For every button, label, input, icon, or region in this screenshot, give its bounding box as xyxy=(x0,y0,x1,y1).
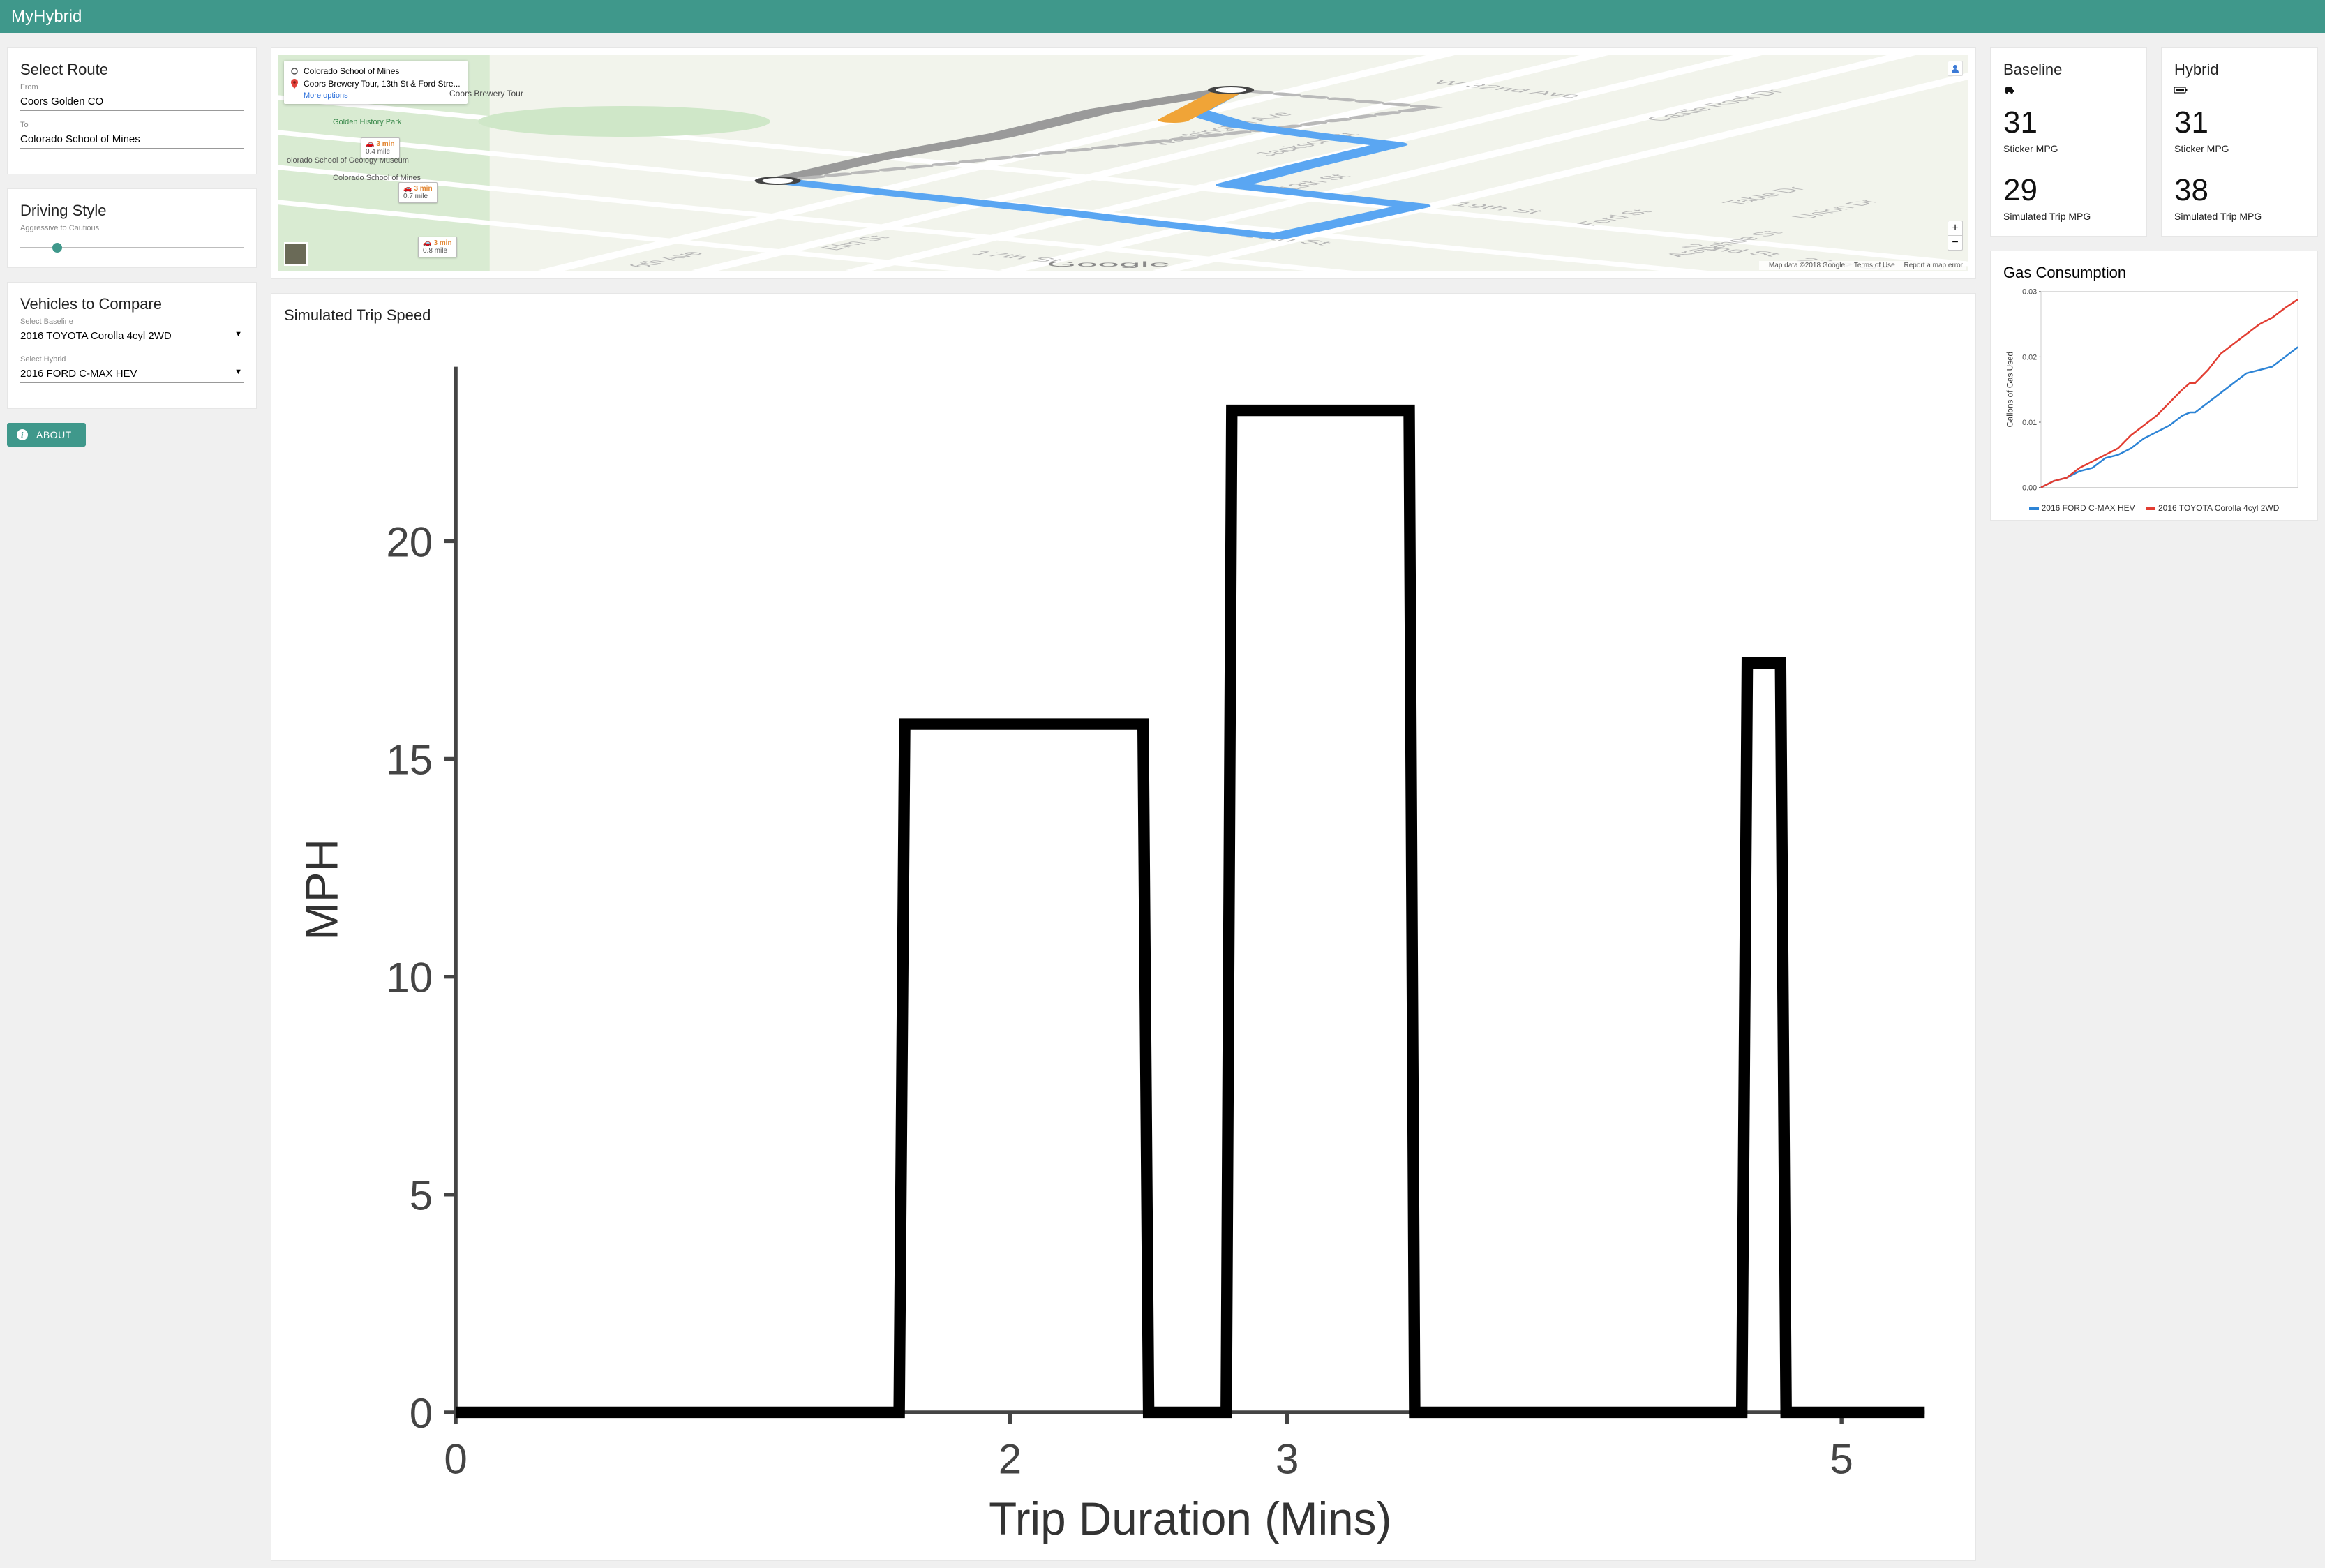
about-label: ABOUT xyxy=(36,429,72,440)
info-icon: i xyxy=(17,429,28,440)
hybrid-select[interactable]: 2016 FORD C-MAX HEV xyxy=(20,364,244,383)
baseline-select-label: Select Baseline xyxy=(20,318,244,326)
map-zoom-in-button[interactable]: + xyxy=(1948,221,1962,236)
baseline-sticker-label: Sticker MPG xyxy=(2003,143,2134,163)
map-origin-text: Colorado School of Mines xyxy=(304,66,399,76)
map-dest-label: Coors Brewery Tour xyxy=(449,89,523,98)
hybrid-stat-card: Hybrid 31 Sticker MPG 38 Simulated Trip … xyxy=(2161,47,2318,237)
map-dest-text: Coors Brewery Tour, 13th St & Ford Stre.… xyxy=(304,79,461,89)
to-input[interactable] xyxy=(20,129,244,149)
hybrid-sticker-label: Sticker MPG xyxy=(2174,143,2305,163)
vehicles-heading: Vehicles to Compare xyxy=(20,295,244,313)
baseline-sim-label: Simulated Trip MPG xyxy=(2003,211,2134,222)
svg-text:Google: Google xyxy=(1047,260,1170,268)
battery-icon xyxy=(2174,84,2188,96)
baseline-stat-card: Baseline 31 Sticker MPG 29 Simulated Tri… xyxy=(1990,47,2147,237)
map-zoom-out-button[interactable]: − xyxy=(1948,236,1962,250)
driving-heading: Driving Style xyxy=(20,202,244,220)
baseline-select[interactable]: 2016 TOYOTA Corolla 4cyl 2WD xyxy=(20,326,244,345)
svg-text:10: 10 xyxy=(386,955,433,1001)
car-icon xyxy=(2003,84,2016,96)
gas-chart-card: Gas Consumption 0.00 0.01 0.02 0.03 Gallons … xyxy=(1990,251,2318,521)
svg-text:Trip Duration (Mins): Trip Duration (Mins) xyxy=(989,1493,1391,1544)
hybrid-sticker-value: 31 xyxy=(2174,105,2305,140)
hybrid-sim-label: Simulated Trip MPG xyxy=(2174,211,2305,222)
map-place-label: Golden History Park xyxy=(333,118,401,126)
svg-text:0.01: 0.01 xyxy=(2022,419,2037,427)
svg-text:0: 0 xyxy=(444,1435,467,1482)
vehicles-card: Vehicles to Compare Select Baseline 2016… xyxy=(7,282,257,409)
map-zoom-controls: + − xyxy=(1948,221,1963,251)
driving-sublabel: Aggressive to Cautious xyxy=(20,224,244,232)
user-icon xyxy=(1951,64,1959,73)
map-route-time-label: 🚗3 min0.8 mile xyxy=(418,237,457,257)
about-button[interactable]: i ABOUT xyxy=(7,423,86,447)
gas-chart-title: Gas Consumption xyxy=(2003,264,2305,282)
svg-text:0.03: 0.03 xyxy=(2022,288,2037,297)
speed-chart: 0 5 10 15 20 0 2 3 5 MPH Trip Duration (Mins) xyxy=(284,329,1963,1550)
map-more-options-link[interactable]: More options xyxy=(304,91,461,100)
baseline-sticker-value: 31 xyxy=(2003,105,2134,140)
svg-text:0.02: 0.02 xyxy=(2022,353,2037,361)
circle-marker-icon xyxy=(291,68,298,75)
map-terms-link[interactable]: Terms of Use xyxy=(1854,262,1895,269)
hybrid-select-label: Select Hybrid xyxy=(20,355,244,364)
map-satelite-toggle[interactable] xyxy=(284,242,308,266)
from-label: From xyxy=(20,83,244,91)
driving-slider[interactable] xyxy=(20,247,244,248)
map-attribution: Map data ©2018 Google Terms of Use Repor… xyxy=(1759,261,1966,270)
map-card: Elm St Washington Ave Jackson St 6th Ave… xyxy=(271,47,1976,279)
baseline-sim-value: 29 xyxy=(2003,173,2134,208)
svg-text:Gallons of Gas Used: Gallons of Gas Used xyxy=(2006,352,2015,428)
map-report-link[interactable]: Report a map error xyxy=(1904,262,1963,269)
map-place-label: Colorado School of Mines xyxy=(333,174,421,182)
svg-text:MPH: MPH xyxy=(297,839,347,941)
speed-chart-title: Simulated Trip Speed xyxy=(284,306,1963,324)
svg-text:5: 5 xyxy=(410,1172,433,1219)
gas-chart: 0.00 0.01 0.02 0.03 Gallons of Gas Used xyxy=(2003,285,2305,497)
gas-chart-legend: 2016 FORD C-MAX HEV 2016 TOYOTA Corolla … xyxy=(2003,503,2305,513)
svg-text:20: 20 xyxy=(386,518,433,565)
hybrid-sim-value: 38 xyxy=(2174,173,2305,208)
from-input[interactable] xyxy=(20,91,244,111)
svg-text:5: 5 xyxy=(1830,1435,1853,1482)
svg-text:15: 15 xyxy=(386,736,433,783)
svg-text:3: 3 xyxy=(1276,1435,1299,1482)
map-route-time-label: 🚗3 min0.4 mile xyxy=(361,137,400,158)
svg-text:2: 2 xyxy=(999,1435,1022,1482)
svg-text:0: 0 xyxy=(410,1390,433,1437)
svg-text:0.00: 0.00 xyxy=(2022,484,2037,493)
to-label: To xyxy=(20,121,244,129)
pin-marker-icon xyxy=(291,79,298,89)
app-title: MyHybrid xyxy=(11,7,82,26)
speed-chart-card: Simulated Trip Speed 0 5 10 15 20 0 2 3 5 MPH Trip… xyxy=(271,293,1976,1561)
baseline-title: Baseline xyxy=(2003,61,2134,79)
route-card: Select Route From To xyxy=(7,47,257,174)
route-heading: Select Route xyxy=(20,61,244,79)
map-route-time-label: 🚗3 min0.7 mile xyxy=(398,182,438,203)
hybrid-title: Hybrid xyxy=(2174,61,2305,79)
map-user-button[interactable] xyxy=(1948,61,1963,76)
map-svg: Elm St Washington Ave Jackson St 6th Ave… xyxy=(278,55,1968,271)
app-header: MyHybrid xyxy=(0,0,2325,33)
driving-style-card: Driving Style Aggressive to Cautious xyxy=(7,188,257,268)
map[interactable]: Elm St Washington Ave Jackson St 6th Ave… xyxy=(278,55,1968,271)
map-directions-panel: Colorado School of Mines Coors Brewery T… xyxy=(284,61,468,104)
